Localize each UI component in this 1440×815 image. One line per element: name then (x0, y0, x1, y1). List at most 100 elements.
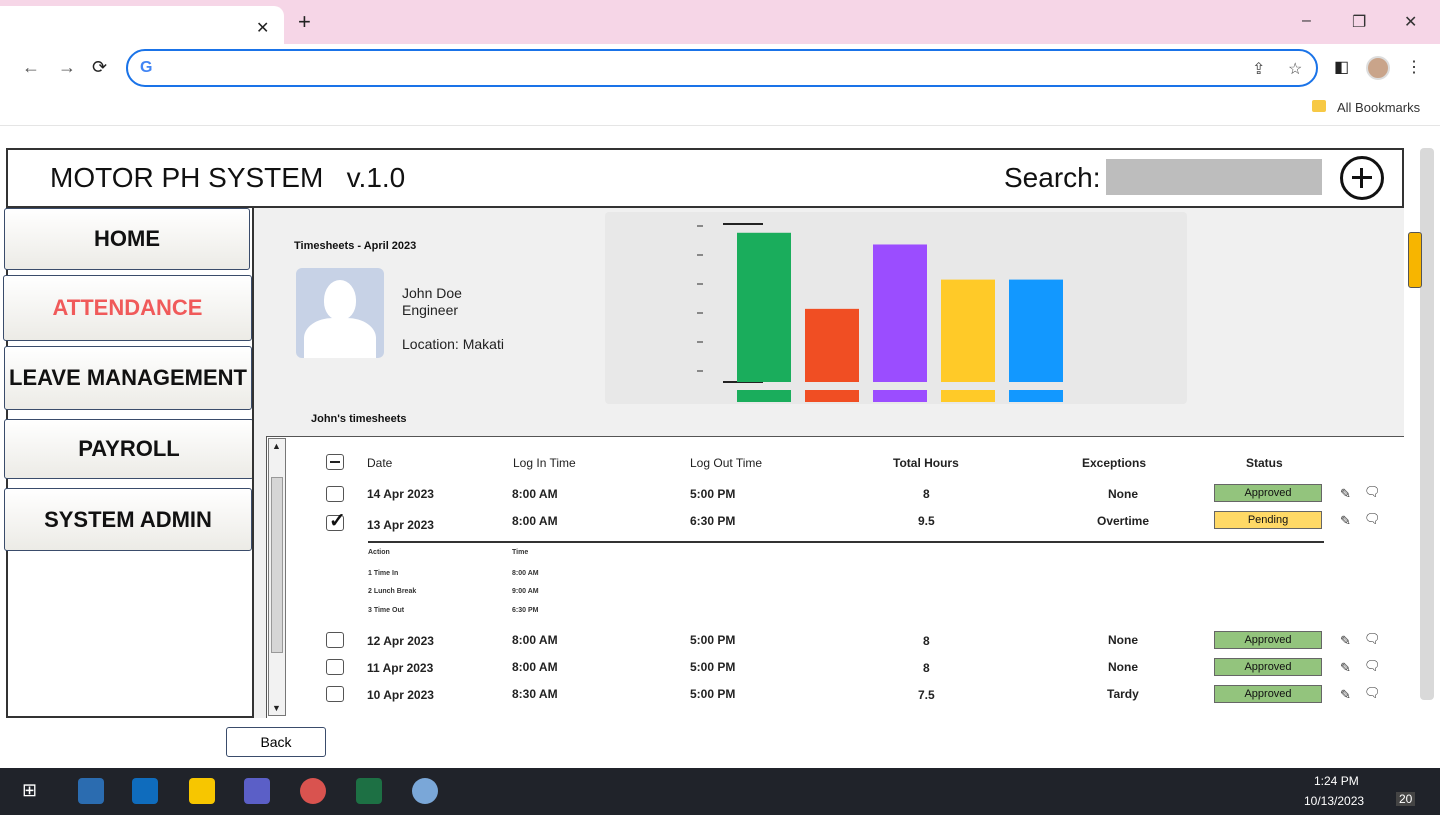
chart-category-label (941, 390, 995, 402)
status-badge[interactable]: Pending (1214, 511, 1322, 529)
page-scrollbar[interactable] (1420, 148, 1434, 700)
chart-category-label (737, 390, 791, 402)
row-checkbox[interactable] (326, 632, 344, 648)
windows-start-icon[interactable]: ⊞ (22, 780, 37, 801)
table-scrollbar[interactable]: ▲ ▼ (268, 438, 286, 716)
comment-icon[interactable]: 🗨 (1364, 685, 1381, 701)
chart-category-label (1009, 390, 1063, 402)
scroll-thumb[interactable] (271, 477, 283, 653)
taskbar: ⊞ 1:24 PM 10/13/2023 20 (0, 768, 1440, 815)
status-badge[interactable]: Approved (1214, 484, 1322, 502)
row-checkbox[interactable] (326, 486, 344, 502)
paint-app-icon[interactable] (412, 778, 438, 804)
tab-strip: ✕ + – ❐ ✕ (0, 0, 1440, 44)
scroll-down-icon[interactable]: ▼ (272, 703, 281, 713)
back-arrow-icon[interactable]: ← (22, 57, 40, 78)
row-logout: 6:30 PM (690, 514, 736, 528)
row-hours: 8 (923, 487, 930, 501)
status-badge[interactable]: Approved (1214, 658, 1322, 676)
excel-app-icon[interactable] (356, 778, 382, 804)
y-tick (697, 225, 703, 227)
sidebar-item-leave-management[interactable]: LEAVE MANAGEMENT (4, 346, 252, 410)
row-date: 10 Apr 2023 (367, 688, 434, 702)
minimize-button[interactable]: – (1302, 12, 1311, 30)
edit-icon[interactable]: ✎ (1340, 687, 1351, 703)
notification-count[interactable]: 20 (1396, 792, 1416, 806)
edit-icon[interactable]: ✎ (1340, 513, 1351, 529)
sticky-notes-app-icon[interactable] (189, 778, 215, 804)
add-button[interactable] (1340, 156, 1384, 200)
chart-category-label (805, 390, 859, 402)
detail-divider (368, 541, 1324, 543)
row-login: 8:00 AM (512, 487, 558, 501)
scroll-up-icon[interactable]: ▲ (272, 441, 281, 451)
close-window-button[interactable]: ✕ (1404, 12, 1417, 32)
comment-icon[interactable]: 🗨 (1364, 631, 1381, 647)
outlook-app-icon[interactable] (132, 778, 158, 804)
detail-header-time: Time (512, 549, 529, 556)
row-checkbox[interactable] (326, 686, 344, 702)
all-bookmarks-link[interactable]: All Bookmarks (1337, 100, 1420, 115)
row-date: 12 Apr 2023 (367, 634, 434, 648)
col-exceptions: Exceptions (1082, 456, 1147, 470)
hours-chart-panel (605, 212, 1187, 404)
row-hours: 8 (923, 661, 930, 675)
search-input[interactable] (1106, 159, 1322, 195)
row-logout: 5:00 PM (690, 633, 736, 647)
explorer-app-icon[interactable] (78, 778, 104, 804)
sidebar-item-attendance[interactable]: ATTENDANCE (3, 275, 252, 341)
comment-icon[interactable]: 🗨 (1364, 658, 1381, 674)
side-panel-icon[interactable]: ◧ (1334, 57, 1349, 77)
edit-icon[interactable]: ✎ (1340, 486, 1351, 502)
checkmark-icon: ✓ (329, 510, 346, 532)
tab-close-icon[interactable]: ✕ (256, 18, 269, 38)
forward-arrow-icon[interactable]: → (58, 57, 76, 78)
address-bar[interactable]: G ⇪ ☆ (126, 49, 1318, 87)
detail-time: 9:00 AM (512, 588, 539, 595)
comment-icon[interactable]: 🗨 (1364, 484, 1381, 500)
menu-icon[interactable]: ⋮ (1406, 57, 1422, 77)
select-all-checkbox[interactable] (326, 454, 344, 470)
reload-icon[interactable]: ⟳ (92, 57, 107, 78)
comment-icon[interactable]: 🗨 (1364, 511, 1381, 527)
sidebar-item-system-admin[interactable]: SYSTEM ADMIN (4, 488, 252, 551)
row-checkbox[interactable] (326, 659, 344, 675)
col-status: Status (1246, 456, 1283, 470)
back-button[interactable]: Back (226, 727, 326, 757)
row-login: 8:00 AM (512, 633, 558, 647)
employee-avatar (296, 268, 384, 358)
teams-app-icon[interactable] (244, 778, 270, 804)
row-logout: 5:00 PM (690, 660, 736, 674)
sidebar-item-home[interactable]: HOME (4, 208, 250, 270)
sidebar-item-payroll[interactable]: PAYROLL (4, 419, 254, 479)
row-logout: 5:00 PM (690, 687, 736, 701)
chrome-app-icon[interactable] (300, 778, 326, 804)
clock-date[interactable]: 10/13/2023 (1304, 794, 1364, 808)
edit-icon[interactable]: ✎ (1340, 633, 1351, 649)
browser-tab[interactable]: ✕ (0, 6, 284, 44)
chart-bar (873, 244, 927, 382)
detail-action: 3 Time Out (368, 607, 405, 614)
employee-role: Engineer (402, 302, 459, 318)
restore-button[interactable]: ❐ (1352, 12, 1366, 32)
new-tab-button[interactable]: + (298, 11, 311, 33)
star-icon[interactable]: ☆ (1288, 59, 1302, 79)
clock-time[interactable]: 1:24 PM (1314, 774, 1359, 788)
hours-bar-chart (697, 223, 1063, 402)
row-date: 13 Apr 2023 (367, 518, 434, 532)
app-title: MOTOR PH SYSTEM v.1.0 (50, 162, 406, 193)
google-icon: G (140, 59, 153, 76)
status-badge[interactable]: Approved (1214, 685, 1322, 703)
row-exception: None (1108, 487, 1138, 501)
status-badge[interactable]: Approved (1214, 631, 1322, 649)
side-handle[interactable] (1408, 232, 1422, 288)
share-icon[interactable]: ⇪ (1252, 59, 1265, 79)
row-checkbox[interactable]: ✓ (326, 510, 346, 532)
edit-icon[interactable]: ✎ (1340, 660, 1351, 676)
profile-avatar-icon[interactable] (1366, 56, 1390, 80)
app-header: MOTOR PH SYSTEM v.1.0 Search: (6, 148, 1404, 208)
row-logout: 5:00 PM (690, 487, 736, 501)
row-date: 11 Apr 2023 (367, 661, 434, 675)
row-hours: 8 (923, 634, 930, 648)
chart-category-label (873, 390, 927, 402)
